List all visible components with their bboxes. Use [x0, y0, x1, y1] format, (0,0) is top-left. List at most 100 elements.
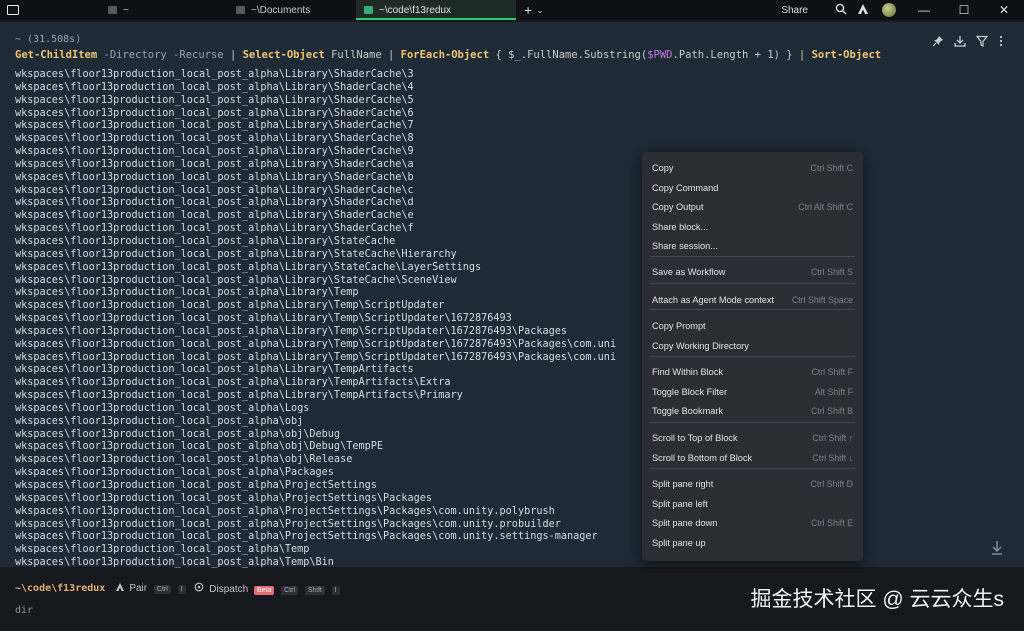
- context-menu-item[interactable]: Share block...: [652, 219, 853, 235]
- context-menu-item[interactable]: Toggle Bookmark Ctrl Shift B: [652, 403, 853, 419]
- command-token: Select-Object: [242, 49, 325, 61]
- context-menu-item[interactable]: Split pane down Ctrl Shift E: [652, 515, 853, 531]
- command-text: Get-ChildItem -Directory -Recurse | Sele…: [15, 49, 881, 61]
- block-toolbar: [932, 35, 1004, 50]
- tab-home[interactable]: ~: [100, 0, 228, 20]
- output-line: wkspaces\floor13production_local_post_al…: [15, 287, 359, 299]
- ai-icon[interactable]: [852, 3, 874, 18]
- output-line: wkspaces\floor13production_local_post_al…: [15, 492, 433, 504]
- share-button[interactable]: Share: [781, 5, 808, 16]
- output-line: wkspaces\floor13production_local_post_al…: [15, 81, 414, 93]
- output-line: wkspaces\floor13production_local_post_al…: [15, 428, 341, 440]
- avatar[interactable]: [882, 3, 896, 17]
- output-line: wkspaces\floor13production_local_post_al…: [15, 107, 414, 119]
- dispatch-button[interactable]: Dispatch Beta Ctrl Shift I: [194, 582, 340, 595]
- tab-f13redux[interactable]: ~\code\f13redux: [356, 0, 516, 20]
- context-menu-item[interactable]: Toggle Block Filter Alt Shift F: [652, 384, 853, 400]
- search-icon[interactable]: [830, 3, 852, 18]
- close-button[interactable]: ✕: [984, 3, 1024, 17]
- filter-icon[interactable]: [975, 35, 989, 50]
- terminal-icon: [108, 6, 117, 14]
- output-line: wkspaces\floor13production_local_post_al…: [15, 518, 561, 530]
- command-token: ForEach-Object: [400, 49, 490, 61]
- output-line: wkspaces\floor13production_local_post_al…: [15, 415, 304, 427]
- beta-badge: Beta: [253, 586, 275, 595]
- output-line: wkspaces\floor13production_local_post_al…: [15, 300, 445, 312]
- menu-separator: [650, 256, 855, 257]
- menu-item-shortcut: Ctrl Shift ↑: [812, 433, 853, 443]
- command-token: $PWD: [647, 49, 673, 61]
- context-menu-item[interactable]: Copy Prompt: [652, 318, 853, 334]
- command-token: .Path.Length + 1) } |: [672, 49, 812, 61]
- output-line: wkspaces\floor13production_local_post_al…: [15, 480, 377, 491]
- command-output: wkspaces\floor13production_local_post_al…: [15, 69, 640, 570]
- output-line: wkspaces\floor13production_local_post_al…: [15, 454, 353, 466]
- command-input[interactable]: dir: [15, 605, 33, 616]
- output-line: wkspaces\floor13production_local_post_al…: [15, 557, 334, 569]
- shortcut-key: Ctrl: [281, 586, 299, 595]
- context-menu-item[interactable]: Copy Command: [652, 180, 853, 196]
- maximize-button[interactable]: ☐: [944, 3, 984, 17]
- menu-item-shortcut: Ctrl Shift F: [811, 367, 853, 377]
- context-menu-item[interactable]: Share session...: [652, 238, 853, 254]
- scroll-to-bottom-icon[interactable]: [990, 540, 1004, 559]
- download-icon[interactable]: [954, 35, 966, 50]
- input-area[interactable]: ~\code\f13redux Pair Ctrl I Dispatch Bet…: [0, 569, 1024, 631]
- output-line: wkspaces\floor13production_local_post_al…: [15, 274, 457, 286]
- menu-item-label: Toggle Bookmark: [652, 406, 723, 416]
- context-menu-item[interactable]: Copy Ctrl Shift C: [652, 160, 853, 176]
- tab-label: ~: [123, 4, 129, 16]
- context-menu-item[interactable]: Scroll to Top of Block Ctrl Shift ↑: [652, 430, 853, 446]
- menu-item-label: Scroll to Bottom of Block: [652, 453, 753, 463]
- command-token: { $_.FullName.Substring(: [489, 49, 648, 61]
- context-menu-item[interactable]: Scroll to Bottom of Block Ctrl Shift ↓: [652, 450, 853, 466]
- terminal-icon: [236, 6, 245, 14]
- menu-item-label: Share session...: [652, 241, 718, 251]
- context-menu-item[interactable]: Find Within Block Ctrl Shift F: [652, 364, 853, 380]
- output-line: wkspaces\floor13production_local_post_al…: [15, 133, 414, 145]
- context-menu: Copy Ctrl Shift C Copy Command Copy Output C…: [642, 152, 863, 561]
- menu-item-label: Toggle Block Filter: [652, 387, 728, 397]
- output-line: wkspaces\floor13production_local_post_al…: [15, 171, 414, 183]
- context-menu-item[interactable]: Attach as Agent Mode context Ctrl Shift S…: [652, 292, 853, 308]
- output-line: wkspaces\floor13production_local_post_al…: [15, 338, 617, 350]
- context-menu-item[interactable]: Split pane right Ctrl Shift D: [652, 476, 853, 492]
- output-line: wkspaces\floor13production_local_post_al…: [15, 69, 414, 80]
- context-menu-item[interactable]: Split pane up: [652, 535, 853, 551]
- watermark: 掘金技术社区 @ 云云众生s: [750, 588, 1005, 611]
- more-options-icon[interactable]: [998, 35, 1004, 50]
- menu-item-label: Find Within Block: [652, 367, 723, 377]
- menu-item-label: Split pane left: [652, 499, 708, 509]
- command-block[interactable]: ~ (31.508s) Get-ChildItem -Directory -Re…: [0, 22, 1024, 570]
- dispatch-icon: [194, 582, 207, 595]
- output-line: wkspaces\floor13production_local_post_al…: [15, 261, 482, 273]
- block-duration: ~ (31.508s): [15, 34, 82, 45]
- minimize-button[interactable]: —: [904, 3, 944, 17]
- command-token: Get-ChildItem: [15, 49, 98, 61]
- tab-documents[interactable]: ~\Documents: [228, 0, 356, 20]
- context-menu-item[interactable]: Copy Output Ctrl Alt Shift C: [652, 199, 853, 215]
- output-line: wkspaces\floor13production_local_post_al…: [15, 94, 414, 106]
- menu-item-shortcut: Ctrl Shift E: [810, 518, 853, 528]
- menu-item-shortcut: Ctrl Shift ↓: [812, 453, 853, 463]
- context-menu-item[interactable]: Copy Working Directory: [652, 338, 853, 354]
- output-line: wkspaces\floor13production_local_post_al…: [15, 210, 414, 222]
- pair-icon[interactable]: [115, 582, 125, 595]
- context-menu-item[interactable]: Split pane left: [652, 496, 853, 512]
- output-line: wkspaces\floor13production_local_post_al…: [15, 364, 414, 376]
- context-menu-item[interactable]: Save as Workflow Ctrl Shift S: [652, 264, 853, 280]
- menu-separator: [650, 283, 855, 284]
- tab-label: ~\Documents: [251, 4, 311, 16]
- menu-item-shortcut: Ctrl Alt Shift C: [798, 202, 853, 212]
- menu-item-label: Split pane right: [652, 479, 714, 489]
- output-line: wkspaces\floor13production_local_post_al…: [15, 235, 396, 247]
- menu-separator: [650, 309, 855, 310]
- shortcut-key: I: [177, 585, 186, 594]
- menu-separator: [650, 356, 855, 357]
- pin-icon[interactable]: [932, 35, 944, 50]
- output-line: wkspaces\floor13production_local_post_al…: [15, 313, 512, 325]
- app-menu-icon[interactable]: [0, 0, 26, 20]
- pair-button[interactable]: Pair Ctrl I: [129, 583, 186, 594]
- chevron-down-icon[interactable]: ⌄: [536, 5, 544, 16]
- new-tab-button[interactable]: +: [524, 2, 532, 18]
